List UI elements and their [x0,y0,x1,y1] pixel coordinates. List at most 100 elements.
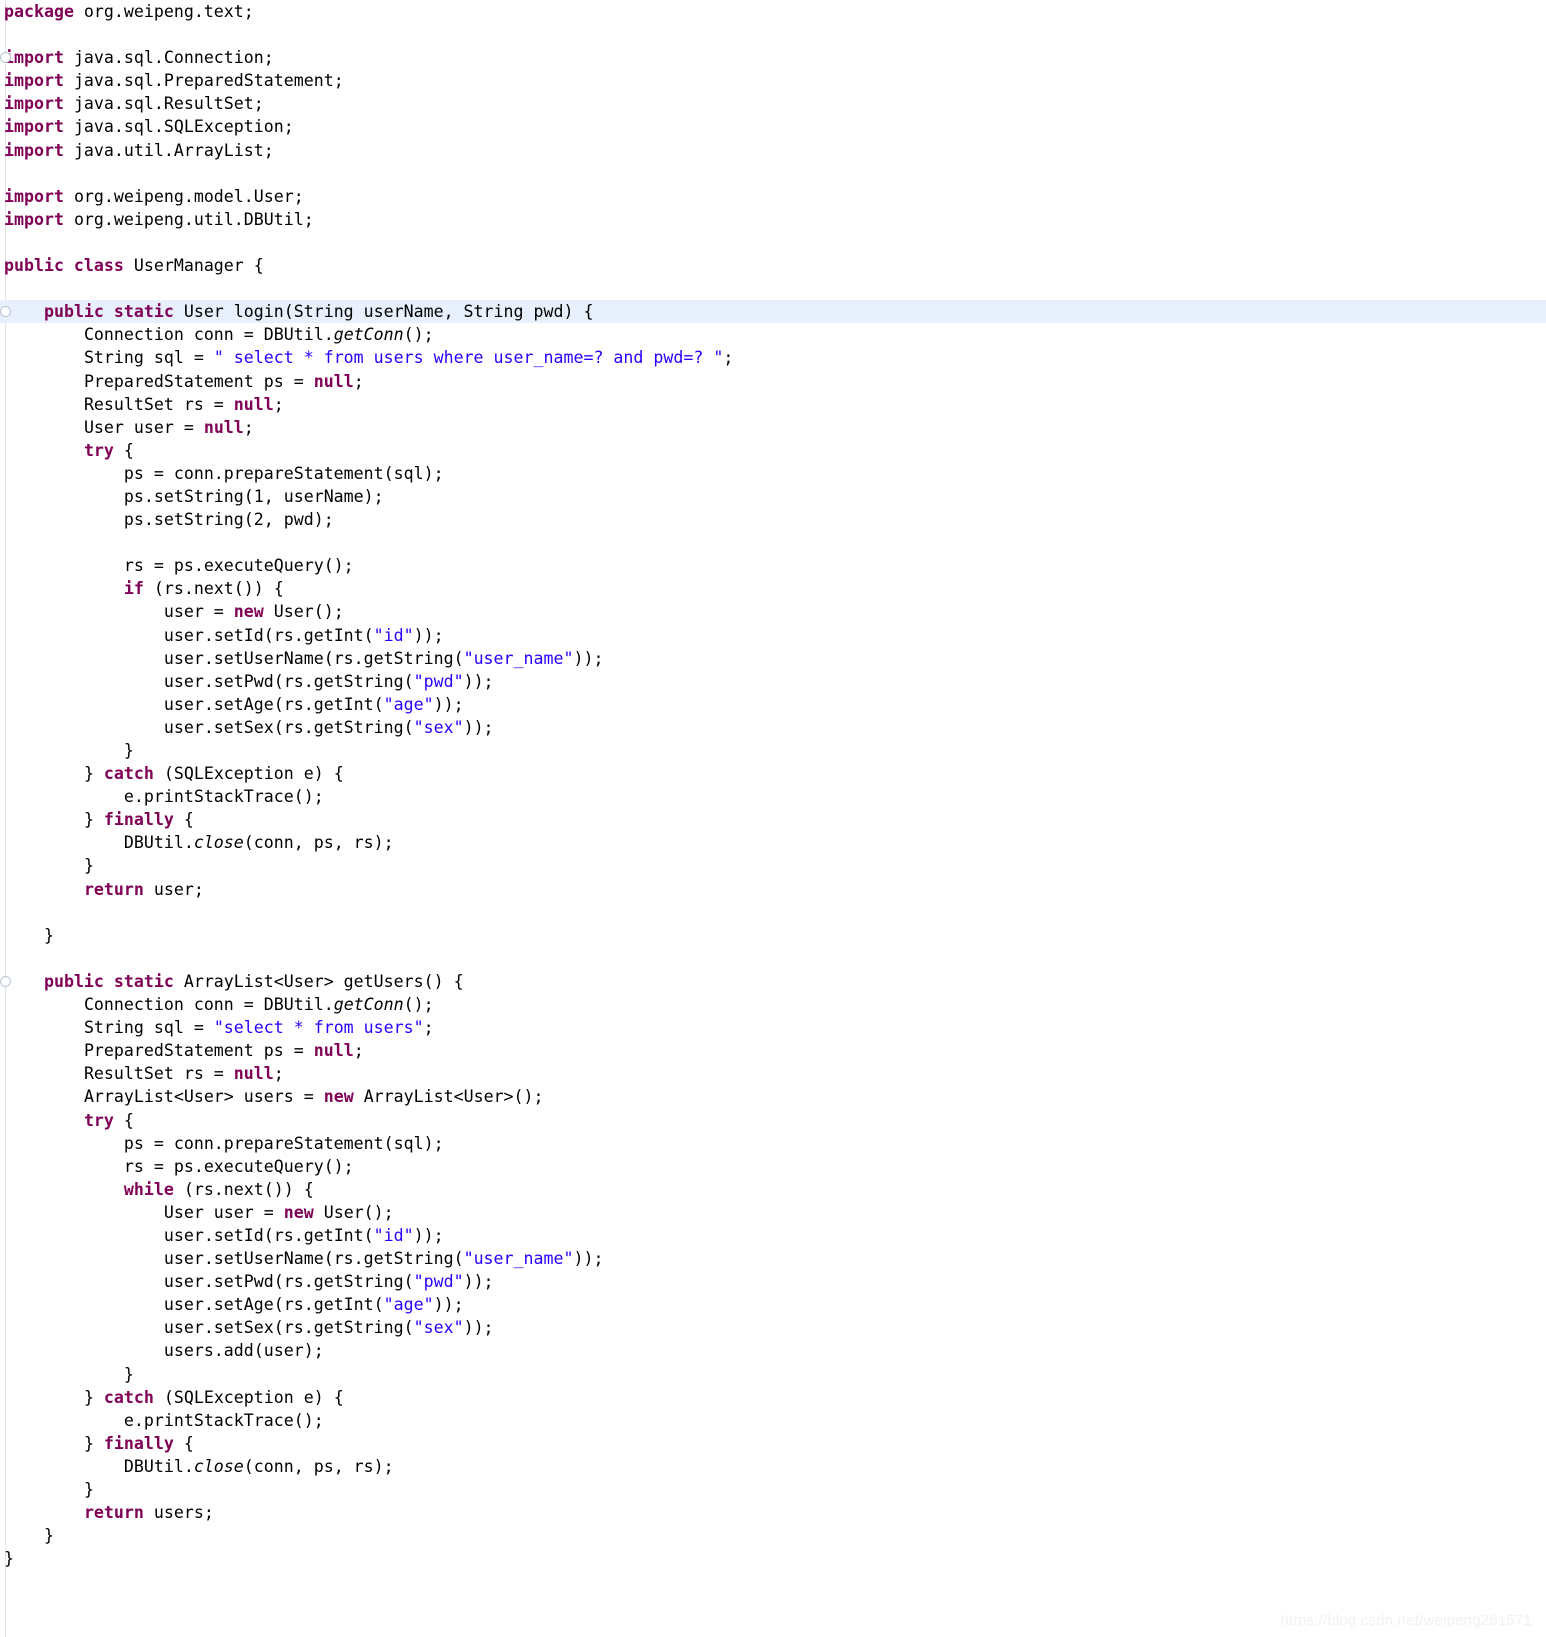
code-line[interactable] [0,231,1546,254]
code-line[interactable] [0,162,1546,185]
code-line[interactable]: DBUtil.close(conn, ps, rs); [0,1455,1546,1478]
code-line[interactable]: String sql = " select * from users where… [0,346,1546,369]
code-line[interactable]: while (rs.next()) { [0,1178,1546,1201]
code-line[interactable]: user.setSex(rs.getString("sex")); [0,716,1546,739]
code-token-kw: null [233,394,274,414]
code-token-plain: user.setPwd(rs.getString( [163,671,414,691]
code-line[interactable]: user.setPwd(rs.getString("pwd")); [0,670,1546,693]
code-token-kw: import [4,117,64,137]
code-line[interactable]: } [0,739,1546,762]
code-line[interactable]: String sql = "select * from users"; [0,1016,1546,1039]
code-line[interactable]: import org.weipeng.model.User; [0,185,1546,208]
code-line[interactable]: import java.sql.Connection; [0,46,1546,69]
code-line[interactable]: ps = conn.prepareStatement(sql); [0,462,1546,485]
code-token-str: "id" [373,625,414,645]
code-line[interactable]: import java.sql.SQLException; [0,115,1546,138]
code-line[interactable]: import java.util.ArrayList; [0,139,1546,162]
code-line[interactable]: ps.setString(2, pwd); [0,508,1546,531]
code-line[interactable] [0,947,1546,970]
code-line[interactable]: PreparedStatement ps = null; [0,370,1546,393]
code-token-plain: user.setSex(rs.getString( [163,717,414,737]
code-line[interactable]: rs = ps.executeQuery(); [0,554,1546,577]
code-token-plain: ArrayList<User>(); [353,1087,544,1107]
code-line[interactable]: public static ArrayList<User> getUsers()… [0,970,1546,993]
code-line[interactable] [0,531,1546,554]
code-line[interactable]: User user = null; [0,416,1546,439]
code-token-plain: java.sql.Connection; [63,48,274,68]
code-line[interactable]: ArrayList<User> users = new ArrayList<Us… [0,1085,1546,1108]
code-line[interactable]: e.printStackTrace(); [0,1409,1546,1432]
code-line[interactable]: import org.weipeng.util.DBUtil; [0,208,1546,231]
code-line[interactable]: user.setAge(rs.getInt("age")); [0,1293,1546,1316]
code-line[interactable]: if (rs.next()) { [0,577,1546,600]
code-line[interactable]: DBUtil.close(conn, ps, rs); [0,831,1546,854]
code-line[interactable]: user.setUserName(rs.getString("user_name… [0,647,1546,670]
code-line[interactable]: import java.sql.ResultSet; [0,92,1546,115]
code-line[interactable]: } [0,1547,1546,1570]
code-line[interactable]: } finally { [0,808,1546,831]
code-token-plain: (conn, ps, rs); [243,1456,394,1476]
code-token-kw: import [4,186,64,206]
code-line[interactable]: user = new User(); [0,600,1546,623]
code-token-str: "id" [373,1225,414,1245]
code-line[interactable]: } catch (SQLException e) { [0,1386,1546,1409]
code-token-str: "user_name" [463,648,574,668]
code-line[interactable]: } [0,1363,1546,1386]
code-line[interactable]: Connection conn = DBUtil.getConn(); [0,323,1546,346]
code-token-plain: org.weipeng.util.DBUtil; [63,209,314,229]
code-line[interactable]: try { [0,439,1546,462]
code-line[interactable]: User user = new User(); [0,1201,1546,1224]
code-line[interactable]: user.setId(rs.getInt("id")); [0,624,1546,647]
code-line[interactable]: return users; [0,1501,1546,1524]
code-line[interactable] [0,277,1546,300]
code-line[interactable] [0,901,1546,924]
code-token-plain: (conn, ps, rs); [243,833,394,853]
code-fold-marker-icon[interactable] [0,975,11,987]
code-line[interactable]: public static User login(String userName… [0,300,1546,324]
code-line[interactable]: PreparedStatement ps = null; [0,1039,1546,1062]
code-token-plain: user.setId(rs.getInt( [163,625,374,645]
code-line[interactable]: } [0,854,1546,877]
code-line[interactable]: Connection conn = DBUtil.getConn(); [0,993,1546,1016]
code-line[interactable]: user.setSex(rs.getString("sex")); [0,1316,1546,1339]
code-line[interactable]: package org.weipeng.text; [0,0,1546,23]
code-line[interactable]: user.setId(rs.getInt("id")); [0,1224,1546,1247]
code-line[interactable]: ps = conn.prepareStatement(sql); [0,1132,1546,1155]
code-line[interactable] [0,23,1546,46]
code-line[interactable]: } [0,1478,1546,1501]
code-editor-surface[interactable]: package org.weipeng.text; import java.sq… [0,0,1546,1637]
code-line[interactable]: user.setAge(rs.getInt("age")); [0,693,1546,716]
code-line[interactable]: ResultSet rs = null; [0,393,1546,416]
code-line[interactable]: try { [0,1109,1546,1132]
code-line[interactable]: users.add(user); [0,1339,1546,1362]
code-line[interactable]: user.setPwd(rs.getString("pwd")); [0,1270,1546,1293]
code-line[interactable]: } [0,924,1546,947]
code-token-plain: { [113,1110,134,1130]
code-line[interactable]: } finally { [0,1432,1546,1455]
code-line[interactable]: return user; [0,878,1546,901]
code-line[interactable]: user.setUserName(rs.getString("user_name… [0,1247,1546,1270]
code-token-plain: } [123,741,134,760]
code-line[interactable]: ResultSet rs = null; [0,1062,1546,1085]
code-token-plain: )); [463,717,494,737]
code-line[interactable]: public class UserManager { [0,254,1546,277]
code-token-plain: ; [353,371,364,391]
code-line[interactable]: ps.setString(1, userName); [0,485,1546,508]
code-line[interactable]: } catch (SQLException e) { [0,762,1546,785]
code-token-kw: return [83,1503,144,1523]
code-token-plain: e.printStackTrace(); [123,1410,324,1430]
code-line[interactable]: } [0,1524,1546,1547]
code-line[interactable]: rs = ps.executeQuery(); [0,1155,1546,1178]
code-line[interactable]: e.printStackTrace(); [0,785,1546,808]
code-line[interactable]: import java.sql.PreparedStatement; [0,69,1546,92]
